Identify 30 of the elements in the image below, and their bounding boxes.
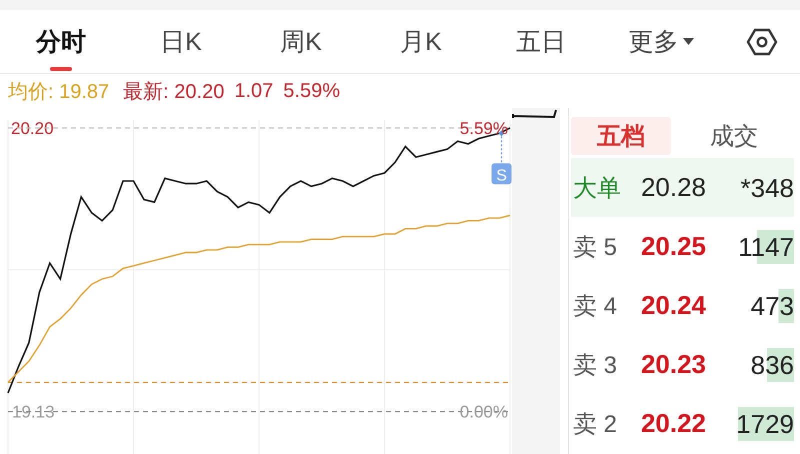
order-book-tab[interactable]: 五档 xyxy=(571,117,671,155)
after-hours-line xyxy=(512,109,557,119)
latest-price: 最新: 20.20 xyxy=(123,80,224,104)
period-tab[interactable]: 分时 xyxy=(34,12,88,70)
caret-icon xyxy=(682,38,694,45)
order-book-tab[interactable]: 成交 xyxy=(684,117,784,155)
change-percent: 5.59% xyxy=(283,80,340,102)
annotation: S xyxy=(496,167,507,184)
price: 20.25 xyxy=(640,231,708,262)
price: 20.22 xyxy=(640,408,708,439)
price: 20.28 xyxy=(640,172,708,203)
row-label: 卖 3 xyxy=(573,350,618,380)
axis-label: 19.13 xyxy=(12,402,55,422)
axis-label: 20.20 xyxy=(11,118,54,138)
period-tab[interactable]: 更多 xyxy=(626,12,696,70)
price: 20.23 xyxy=(640,349,708,380)
row-label: 卖 4 xyxy=(573,292,618,322)
axis-label: 0.00% xyxy=(460,402,508,422)
period-tab[interactable]: 月K xyxy=(398,12,444,70)
row-label: 卖 2 xyxy=(573,410,618,440)
price-change: 1.07 xyxy=(234,80,274,102)
period-tab[interactable]: 日K xyxy=(158,12,204,70)
average-price: 均价: 19.87 xyxy=(8,80,110,104)
period-tab[interactable]: 五日 xyxy=(514,12,568,70)
row-label: 大单 xyxy=(573,174,622,204)
row-label: 卖 5 xyxy=(573,232,618,262)
period-tab[interactable]: 周K xyxy=(278,12,324,70)
settings-icon[interactable] xyxy=(746,28,778,56)
price: 20.24 xyxy=(640,290,708,321)
volume: *348 xyxy=(740,172,794,204)
